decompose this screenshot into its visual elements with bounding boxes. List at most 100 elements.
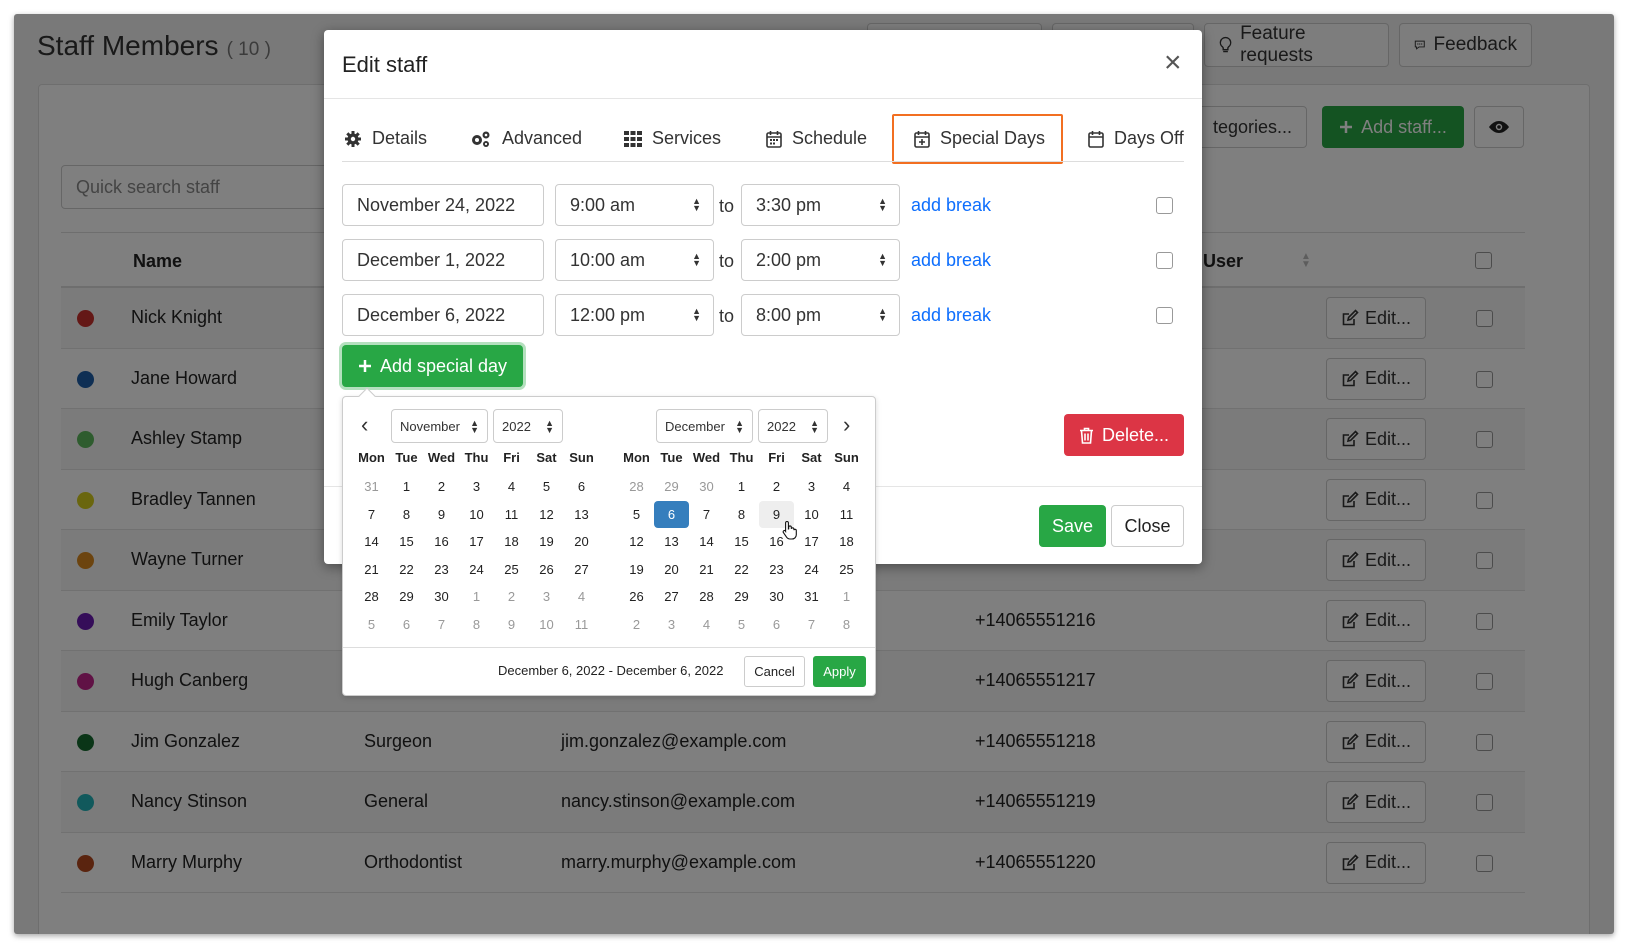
calendar-day[interactable]: 1	[829, 583, 864, 611]
calendar-day[interactable]: 3	[529, 583, 564, 611]
calendar-day[interactable]: 28	[619, 473, 654, 501]
calendar-day[interactable]: 2	[424, 473, 459, 501]
tab-details[interactable]: Details	[344, 128, 427, 149]
calendar-day[interactable]: 8	[829, 611, 864, 639]
special-day-checkbox[interactable]	[1156, 307, 1173, 324]
calendar-day[interactable]: 14	[354, 528, 389, 556]
left-year-select[interactable]: 2022 ▲ ▼	[493, 409, 563, 443]
calendar-day[interactable]: 6	[564, 473, 599, 501]
end-time-select[interactable]: 2:00 pm ▲ ▼	[741, 239, 900, 281]
calendar-day[interactable]: 4	[689, 611, 724, 639]
close-icon[interactable]: ×	[1164, 48, 1182, 78]
calendar-day[interactable]: 2	[494, 583, 529, 611]
calendar-day[interactable]: 6	[389, 611, 424, 639]
left-month-select[interactable]: November ▲ ▼	[391, 409, 488, 443]
calendar-day[interactable]: 18	[829, 528, 864, 556]
calendar-day[interactable]: 23	[424, 556, 459, 584]
calendar-day[interactable]: 7	[354, 501, 389, 529]
calendar-day[interactable]: 21	[354, 556, 389, 584]
calendar-day[interactable]: 30	[759, 583, 794, 611]
add-special-day-button[interactable]: Add special day	[342, 345, 523, 387]
tab-services[interactable]: Services	[624, 128, 721, 149]
add-break-link[interactable]: add break	[911, 195, 991, 216]
calendar-day[interactable]: 1	[724, 473, 759, 501]
prev-month-icon[interactable]: ‹	[361, 414, 368, 436]
special-day-date-input[interactable]: December 1, 2022	[342, 239, 544, 281]
calendar-day[interactable]: 17	[794, 528, 829, 556]
calendar-day[interactable]: 23	[759, 556, 794, 584]
start-time-select[interactable]: 12:00 pm ▲ ▼	[555, 294, 714, 336]
picker-cancel-button[interactable]: Cancel	[744, 656, 805, 687]
calendar-day[interactable]: 27	[564, 556, 599, 584]
special-day-date-input[interactable]: December 6, 2022	[342, 294, 544, 336]
close-button[interactable]: Close	[1111, 505, 1184, 547]
calendar-day[interactable]: 11	[829, 501, 864, 529]
special-day-date-input[interactable]: November 24, 2022	[342, 184, 544, 226]
right-month-select[interactable]: December ▲ ▼	[656, 409, 753, 443]
calendar-day[interactable]: 11	[564, 611, 599, 639]
calendar-day[interactable]: 26	[529, 556, 564, 584]
calendar-day[interactable]: 29	[389, 583, 424, 611]
calendar-day[interactable]: 25	[494, 556, 529, 584]
calendar-day[interactable]: 10	[459, 501, 494, 529]
special-day-checkbox[interactable]	[1156, 252, 1173, 269]
calendar-day[interactable]: 5	[724, 611, 759, 639]
calendar-day[interactable]: 5	[354, 611, 389, 639]
calendar-day[interactable]: 24	[794, 556, 829, 584]
calendar-day[interactable]: 2	[759, 473, 794, 501]
calendar-day[interactable]: 10	[794, 501, 829, 529]
calendar-day[interactable]: 30	[424, 583, 459, 611]
calendar-day[interactable]: 12	[619, 528, 654, 556]
calendar-day[interactable]: 19	[529, 528, 564, 556]
calendar-day[interactable]: 28	[354, 583, 389, 611]
right-year-select[interactable]: 2022 ▲ ▼	[758, 409, 828, 443]
calendar-day[interactable]: 3	[794, 473, 829, 501]
calendar-day[interactable]: 15	[724, 528, 759, 556]
calendar-day[interactable]: 9	[424, 501, 459, 529]
tab-special-days[interactable]: Special Days	[914, 128, 1045, 149]
end-time-select[interactable]: 3:30 pm ▲ ▼	[741, 184, 900, 226]
tab-schedule[interactable]: Schedule	[766, 128, 867, 149]
calendar-day[interactable]: 11	[494, 501, 529, 529]
calendar-day[interactable]: 14	[689, 528, 724, 556]
calendar-day[interactable]: 7	[794, 611, 829, 639]
start-time-select[interactable]: 9:00 am ▲ ▼	[555, 184, 714, 226]
calendar-day[interactable]: 21	[689, 556, 724, 584]
calendar-day[interactable]: 28	[689, 583, 724, 611]
add-break-link[interactable]: add break	[911, 250, 991, 271]
calendar-day[interactable]: 3	[654, 611, 689, 639]
start-time-select[interactable]: 10:00 am ▲ ▼	[555, 239, 714, 281]
calendar-day[interactable]: 27	[654, 583, 689, 611]
calendar-day[interactable]: 12	[529, 501, 564, 529]
calendar-day[interactable]: 24	[459, 556, 494, 584]
calendar-day[interactable]: 13	[564, 501, 599, 529]
calendar-day[interactable]: 4	[494, 473, 529, 501]
calendar-day[interactable]: 7	[689, 501, 724, 529]
add-break-link[interactable]: add break	[911, 305, 991, 326]
calendar-day[interactable]: 3	[459, 473, 494, 501]
special-day-checkbox[interactable]	[1156, 197, 1173, 214]
save-button[interactable]: Save	[1039, 505, 1106, 547]
calendar-day[interactable]: 8	[459, 611, 494, 639]
delete-button[interactable]: Delete...	[1064, 414, 1184, 456]
calendar-day[interactable]: 4	[829, 473, 864, 501]
calendar-day[interactable]: 22	[724, 556, 759, 584]
calendar-day[interactable]: 19	[619, 556, 654, 584]
calendar-day[interactable]: 5	[529, 473, 564, 501]
calendar-day[interactable]: 13	[654, 528, 689, 556]
calendar-day[interactable]: 4	[564, 583, 599, 611]
calendar-day[interactable]: 16	[424, 528, 459, 556]
picker-apply-button[interactable]: Apply	[813, 656, 866, 687]
calendar-day[interactable]: 25	[829, 556, 864, 584]
tab-days-off[interactable]: Days Off	[1088, 128, 1184, 149]
calendar-day[interactable]: 7	[424, 611, 459, 639]
calendar-day[interactable]: 30	[689, 473, 724, 501]
calendar-day[interactable]: 1	[459, 583, 494, 611]
calendar-day[interactable]: 20	[564, 528, 599, 556]
calendar-day[interactable]: 8	[724, 501, 759, 529]
calendar-day[interactable]: 9	[494, 611, 529, 639]
calendar-day[interactable]: 29	[724, 583, 759, 611]
calendar-day[interactable]: 1	[389, 473, 424, 501]
calendar-day[interactable]: 29	[654, 473, 689, 501]
calendar-day[interactable]: 2	[619, 611, 654, 639]
